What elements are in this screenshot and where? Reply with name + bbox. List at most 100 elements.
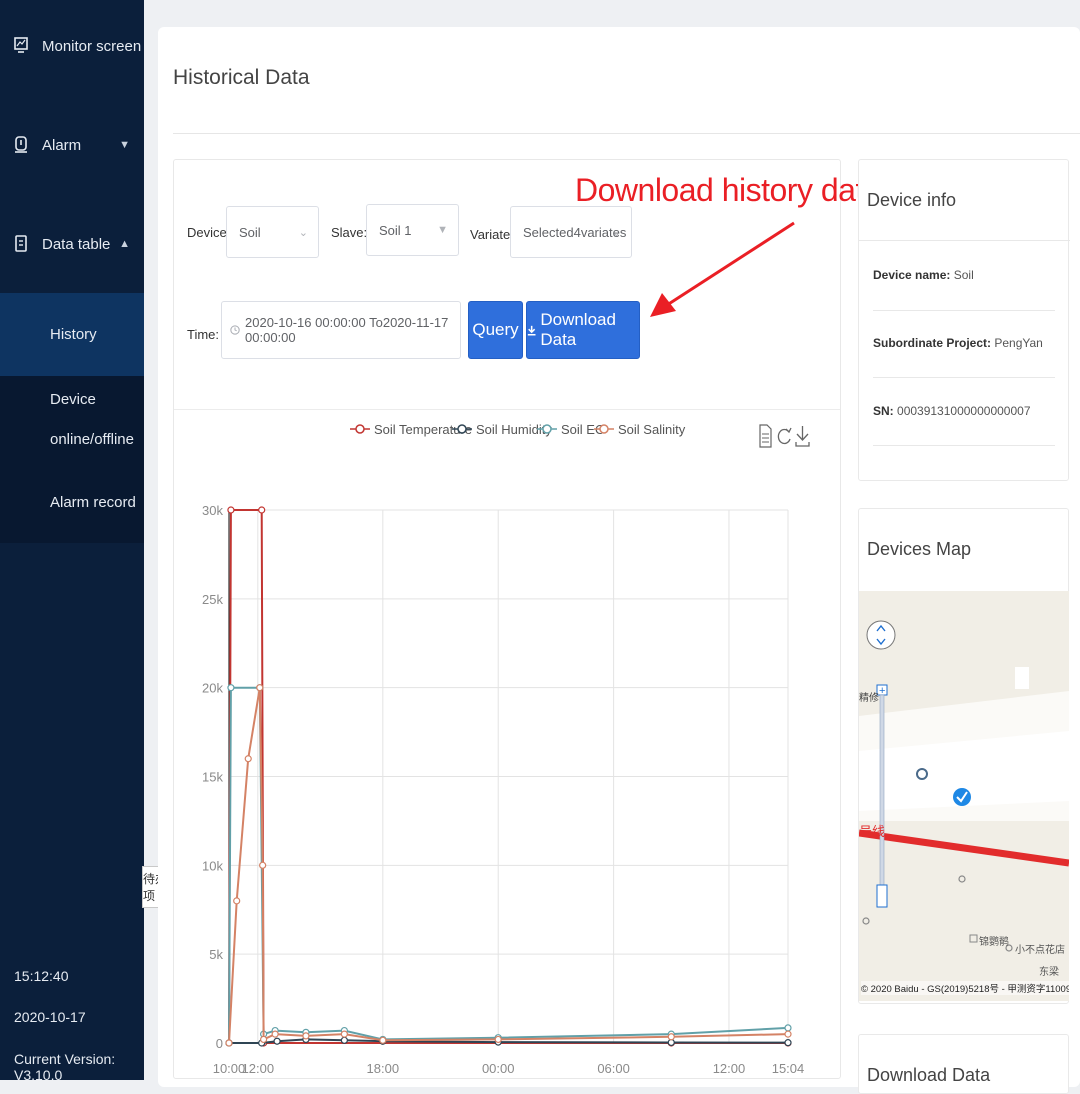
data-point xyxy=(227,684,235,692)
chart-grid xyxy=(228,509,789,1044)
device-info-title: Device info xyxy=(867,190,957,210)
divider xyxy=(859,240,1070,241)
variate-label: Variate: xyxy=(470,227,514,242)
annotation-arrow xyxy=(650,221,795,317)
data-view-icon[interactable] xyxy=(759,424,772,448)
caret-down-icon: ▼ xyxy=(437,224,448,236)
map-label: 号线 xyxy=(859,824,886,839)
x-axis: 10:0012:00 18:00 00:00 06:00 12:00 15:04 xyxy=(213,1061,805,1076)
data-point xyxy=(667,1033,675,1041)
sub-item-alarm-record[interactable]: Alarm record xyxy=(0,485,144,519)
legend-marker-icon xyxy=(452,424,472,434)
nav-data-table[interactable]: Data table ▲ xyxy=(0,219,144,269)
device-name-label: Device name: xyxy=(873,268,951,282)
legend-label: Soil Salinity xyxy=(618,421,686,437)
time-range-value: 2020-10-16 00:00:00 To2020-11-17 00:00:0… xyxy=(245,315,449,345)
device-select[interactable]: Soil ⌄ xyxy=(226,206,319,258)
data-point xyxy=(340,1030,348,1038)
project-row: Subordinate Project: PengYan xyxy=(873,336,1043,350)
download-label: Download Data xyxy=(540,310,616,349)
x-tick-label: 12:00 xyxy=(242,1061,275,1076)
sn-row: SN: 00039131000000000007 xyxy=(873,404,1031,418)
nav-label: Alarm xyxy=(42,136,82,154)
query-label: Query xyxy=(472,320,519,339)
data-point xyxy=(233,897,241,905)
data-point xyxy=(302,1032,310,1040)
x-tick-label: 06:00 xyxy=(597,1061,630,1076)
data-point xyxy=(784,1039,792,1047)
data-point xyxy=(273,1037,281,1045)
map-canvas xyxy=(859,620,1069,952)
x-tick-label: 15:04 xyxy=(772,1061,805,1076)
data-point xyxy=(259,861,267,869)
device-name-row: Device name: Soil xyxy=(873,268,974,282)
data-point xyxy=(494,1035,502,1044)
alarm-icon xyxy=(15,136,27,153)
y-tick-label: 10k xyxy=(202,858,223,873)
slave-select[interactable]: Soil 1 ▼ xyxy=(366,204,459,256)
nav-alarm[interactable]: Alarm ▼ xyxy=(0,120,144,170)
nav-monitor-screen[interactable]: Monitor screen xyxy=(0,21,144,71)
sn-value: 00039131000000000007 xyxy=(897,404,1031,418)
device-value: Soil xyxy=(239,224,261,240)
legend-marker-icon xyxy=(537,424,557,434)
y-tick-label: 15k xyxy=(202,770,223,785)
data-point xyxy=(784,1030,792,1038)
sub-item-device-online-offline[interactable]: Device online/offline xyxy=(0,382,144,458)
clock-time: 15:12:40 xyxy=(14,968,69,984)
project-value: PengYan xyxy=(994,336,1043,350)
y-tick-label: 30k xyxy=(202,503,223,518)
sub-item-history[interactable]: History xyxy=(0,293,144,376)
download-data-button[interactable]: Download Data xyxy=(526,301,640,359)
device-label: Device: xyxy=(187,225,231,240)
page-title: Historical Data xyxy=(173,66,310,89)
legend-marker-icon xyxy=(594,424,614,434)
y-tick-label: 20k xyxy=(202,681,223,696)
version-label: Current Version: xyxy=(14,1051,116,1067)
zoom-in-button[interactable]: + xyxy=(879,685,885,697)
download-data-card: Download Data xyxy=(858,1034,1069,1094)
slave-label: Slave: xyxy=(331,225,368,240)
device-info-card: Device info Device name: Soil Subordinat… xyxy=(858,159,1070,481)
version-value: V3.10.0 xyxy=(14,1067,63,1083)
sub-item-label: Device xyxy=(50,391,96,408)
data-point xyxy=(784,1024,792,1032)
data-point xyxy=(340,1036,348,1044)
divider xyxy=(873,445,1055,446)
y-tick-label: 25k xyxy=(202,592,223,607)
legend-marker-icon xyxy=(350,424,370,434)
time-label: Time: xyxy=(187,327,220,342)
divider xyxy=(873,377,1055,378)
variate-select[interactable]: Selected4variates ⌄ xyxy=(510,206,632,258)
nav-label: Monitor screen xyxy=(42,37,142,55)
project-label: Subordinate Project: xyxy=(873,336,992,350)
data-table-icon xyxy=(15,235,27,252)
x-tick-label: 00:00 xyxy=(482,1061,515,1076)
data-point xyxy=(260,1035,268,1044)
save-image-icon[interactable] xyxy=(795,424,810,448)
restore-icon[interactable] xyxy=(776,424,792,448)
download-icon xyxy=(527,325,536,336)
data-point xyxy=(225,1039,233,1047)
version-info: Current Version: V3.10.0 xyxy=(14,1051,144,1083)
download-data-title: Download Data xyxy=(867,1065,991,1085)
query-button[interactable]: Query xyxy=(468,301,523,359)
device-name-value: Soil xyxy=(953,268,974,282)
legend-soil-salinity[interactable]: Soil Salinity xyxy=(594,420,685,438)
y-tick-label: 5k xyxy=(209,947,223,962)
data-point xyxy=(379,1036,387,1044)
clock-date: 2020-10-17 xyxy=(14,1009,86,1025)
data-point xyxy=(271,1030,279,1038)
clock-icon xyxy=(230,325,240,335)
sidebar: Monitor screen Alarm ▼ Data table ▲ Hist… xyxy=(0,0,144,1083)
sub-item-label: Alarm record xyxy=(50,493,136,511)
sn-label: SN: xyxy=(873,404,894,418)
map-label: 东梁 xyxy=(1039,967,1059,978)
device-marker-icon[interactable] xyxy=(953,788,971,806)
sub-item-label: History xyxy=(50,326,97,343)
chevron-up-icon: ▲ xyxy=(119,238,130,250)
divider xyxy=(174,409,840,410)
devices-map[interactable]: + 精修 号线 锦鹦鹡 小不点花店 东梁 © 2020 Baidu - GS(2… xyxy=(859,591,1069,1001)
x-tick-label: 10:00 xyxy=(213,1061,246,1076)
time-range-input[interactable]: 2020-10-16 00:00:00 To2020-11-17 00:00:0… xyxy=(221,301,461,359)
